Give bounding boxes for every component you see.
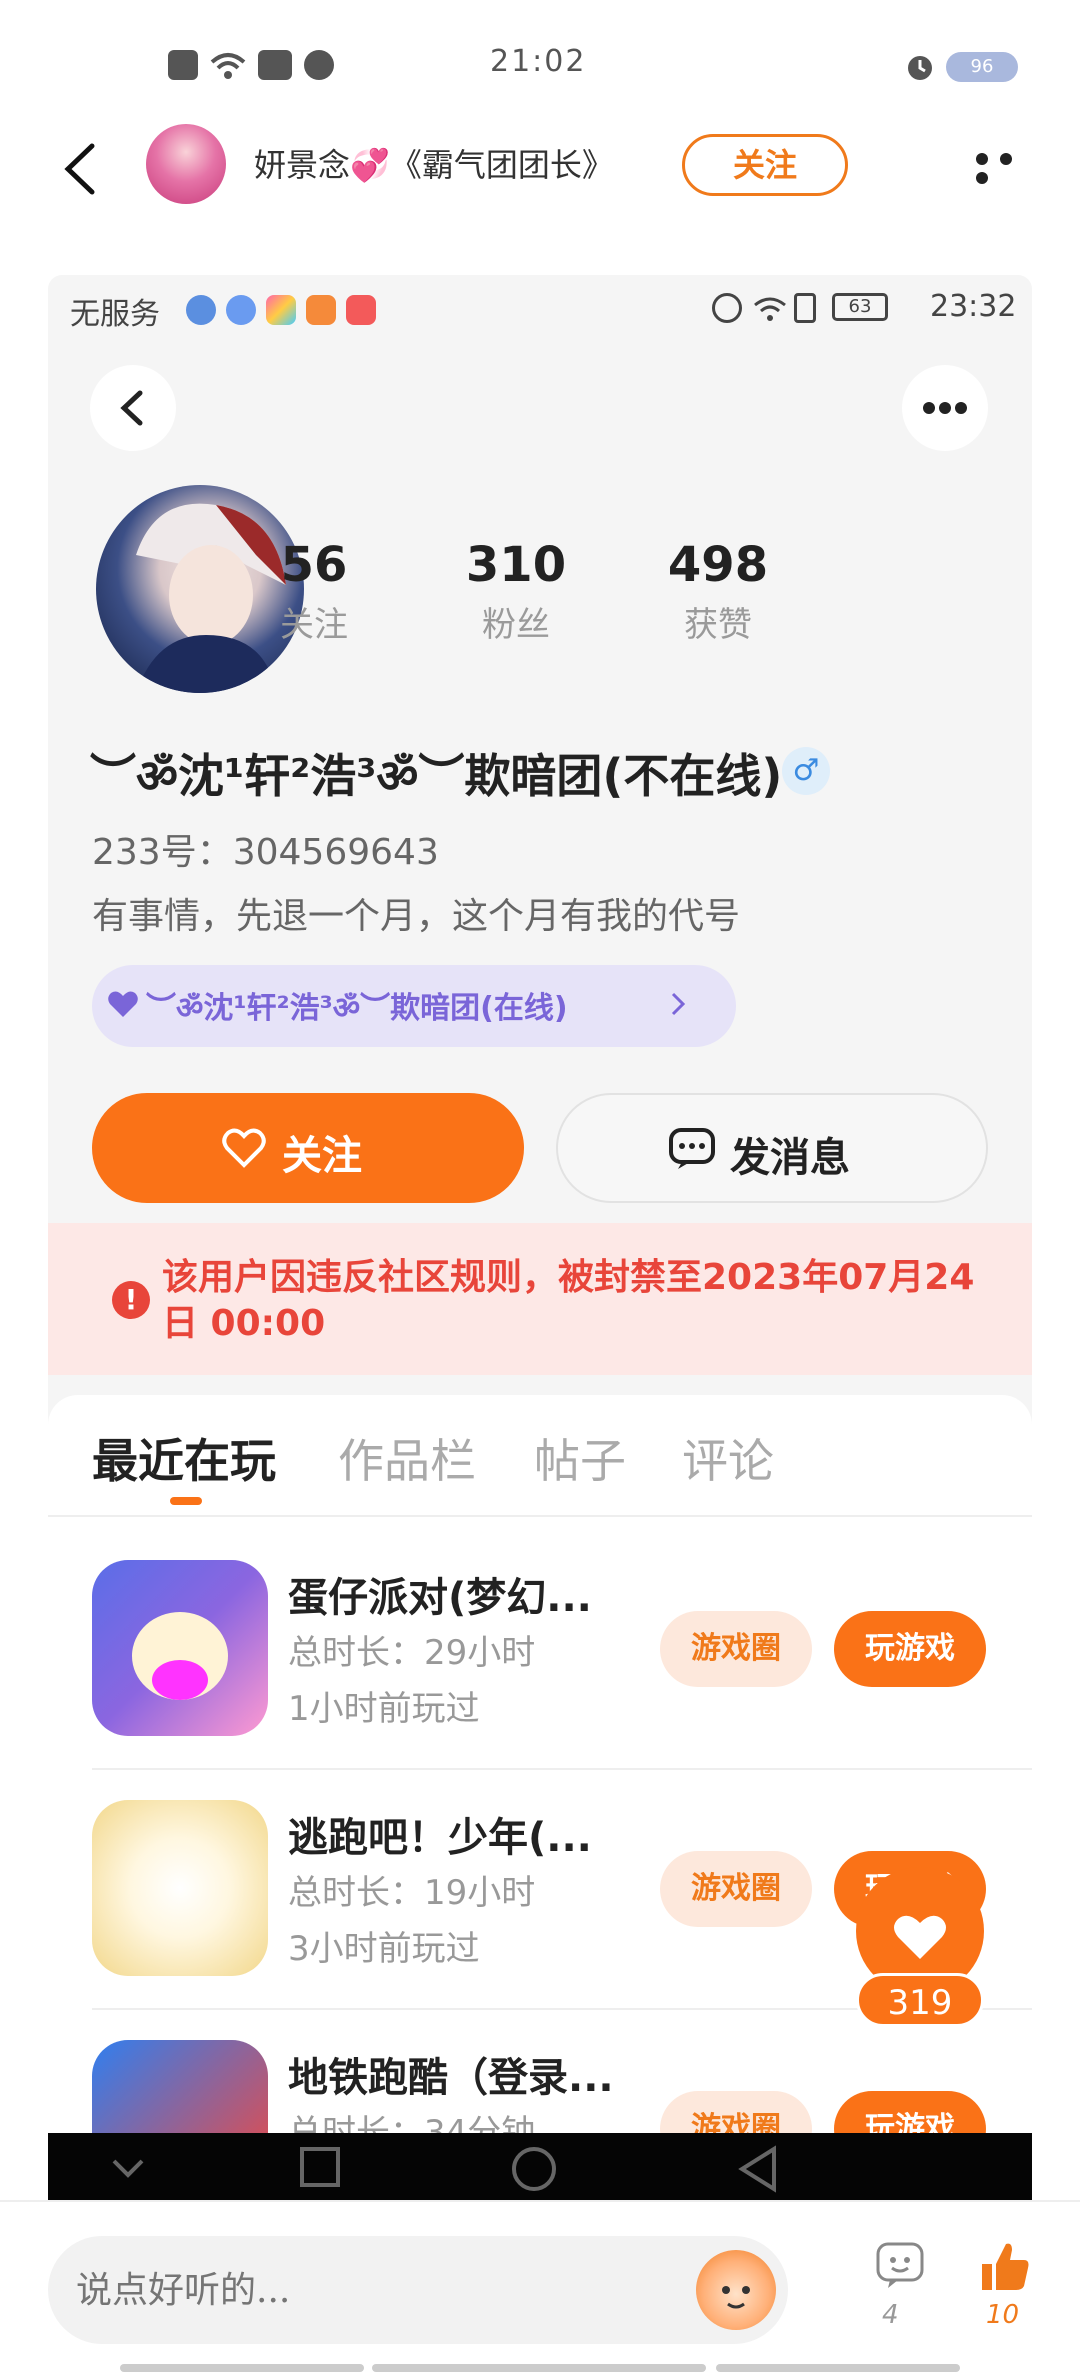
- male-gender-icon: ♂: [782, 747, 830, 795]
- stat-fans-value[interactable]: 310: [436, 537, 596, 593]
- game-title[interactable]: 逃跑吧！少年(...: [288, 1805, 592, 1863]
- game-duration: 总时长：29小时: [288, 1633, 536, 1673]
- music-icon: [226, 295, 256, 325]
- game-last-played: 1小时前玩过: [288, 1689, 480, 1729]
- back-arrow-icon[interactable]: [58, 142, 102, 196]
- status-bar: 21:02 96: [0, 0, 1080, 130]
- message-label: 发消息: [730, 1135, 850, 1181]
- ban-notice-text: 该用户因违反社区规则，被封禁至2023年07月24日 00:00: [162, 1257, 975, 1344]
- game-icon-eggy-party[interactable]: [92, 1560, 268, 1736]
- tab-recently-played[interactable]: 最近在玩: [92, 1425, 276, 1491]
- chat-icon: [304, 50, 334, 80]
- shop-app-icon: [346, 295, 376, 325]
- chevron-down-icon: [112, 2159, 144, 2178]
- sim-icon: [794, 293, 816, 323]
- more-options-icon: [923, 402, 967, 414]
- back-arrow-icon: [120, 390, 143, 426]
- mascot-icon[interactable]: [696, 2250, 776, 2330]
- game-last-played: 3小时前玩过: [288, 1929, 480, 1969]
- like-fab-count: 319: [856, 1973, 984, 2027]
- follow-label: 关注: [282, 1133, 362, 1179]
- alarm-icon: [908, 56, 932, 80]
- app-icon: [266, 295, 296, 325]
- inner-battery: 63: [832, 293, 888, 321]
- divider: [120, 2364, 364, 2372]
- game-circle-button[interactable]: 游戏圈: [660, 1851, 812, 1927]
- game-title[interactable]: 蛋仔派对(梦幻...: [288, 1565, 592, 1623]
- stat-likes-label[interactable]: 获赞: [638, 597, 798, 646]
- like-count: 10: [986, 2300, 1020, 2330]
- tab-works[interactable]: 作品栏: [338, 1425, 476, 1491]
- stat-following-value[interactable]: 56: [234, 537, 394, 593]
- play-game-button[interactable]: 玩游戏: [834, 1611, 986, 1687]
- comment-icon[interactable]: [874, 2240, 926, 2292]
- stat-following-label[interactable]: 关注: [234, 597, 394, 646]
- divider: [716, 2364, 960, 2372]
- user-bio: 有事情，先退一个月，这个月有我的代号: [92, 896, 741, 937]
- tab-indicator: [170, 1497, 202, 1505]
- app-icon: [186, 295, 216, 325]
- game-duration: 总时长：19小时: [288, 1873, 536, 1913]
- inner-more-button[interactable]: [902, 365, 988, 451]
- game-art: [132, 1612, 228, 1700]
- inner-back-button[interactable]: [90, 365, 176, 451]
- comment-input[interactable]: [48, 2236, 788, 2344]
- inner-time: 23:32: [930, 289, 1017, 324]
- inner-navigation-bar: [48, 2133, 1032, 2200]
- stat-fans-label[interactable]: 粉丝: [436, 597, 596, 646]
- thumbs-up-icon[interactable]: [976, 2238, 1032, 2294]
- embedded-screenshot: 无服务 63 23:32 56 关注 310 粉丝 498 获赞 ︶ॐ沈¹轩²浩…: [48, 275, 1032, 2200]
- game-icon-run-boy[interactable]: [92, 1800, 268, 1976]
- inner-status-bar: 无服务 63 23:32: [48, 275, 1032, 335]
- wifi-icon: [754, 297, 786, 321]
- tab-posts[interactable]: 帖子: [534, 1425, 626, 1491]
- message-icon: [669, 1128, 715, 1169]
- video-icon: [258, 50, 292, 80]
- author-avatar[interactable]: [146, 124, 226, 204]
- game-title[interactable]: 地铁跑酷（登录...: [288, 2045, 614, 2103]
- author-name[interactable]: 妍景念💞《霸气团团长》: [254, 140, 614, 186]
- chevron-right-icon: [671, 992, 686, 1016]
- play-app-icon: [306, 295, 336, 325]
- heart-plus-icon: [222, 1128, 266, 1168]
- notification-icon: [168, 50, 198, 80]
- square-icon: [300, 2147, 340, 2187]
- battery-indicator: 96: [946, 52, 1018, 82]
- divider: [92, 1768, 1032, 1770]
- tab-comments[interactable]: 评论: [682, 1425, 774, 1491]
- follow-button[interactable]: 关注: [682, 134, 848, 196]
- game-circle-button[interactable]: 游戏圈: [660, 1611, 812, 1687]
- status-time: 21:02: [490, 44, 587, 79]
- guild-name: ︶ॐ沈¹轩²浩³ॐ︶欺暗团(在线): [146, 991, 568, 1026]
- profile-follow-button[interactable]: 关注: [92, 1093, 524, 1203]
- wifi-icon: [210, 53, 246, 79]
- send-message-button[interactable]: 发消息: [556, 1093, 988, 1203]
- profile-nickname: ︶ॐ沈¹轩²浩³ॐ︶欺暗团(不在线): [90, 749, 783, 803]
- divider: [48, 1515, 1032, 1517]
- triangle-back-icon: [738, 2145, 776, 2193]
- mascot-face: [722, 2286, 750, 2309]
- user-id: 233号：304569643: [92, 832, 439, 873]
- stat-likes-value[interactable]: 498: [638, 537, 798, 593]
- comment-count: 4: [882, 2300, 899, 2330]
- alarm-icon: [712, 293, 742, 323]
- heart-icon: [108, 991, 138, 1017]
- circle-icon: [512, 2147, 556, 2191]
- alert-icon: !: [112, 1281, 150, 1319]
- carrier-text: 无服务: [70, 297, 160, 332]
- divider: [372, 2364, 706, 2372]
- more-options-icon[interactable]: [976, 150, 1040, 184]
